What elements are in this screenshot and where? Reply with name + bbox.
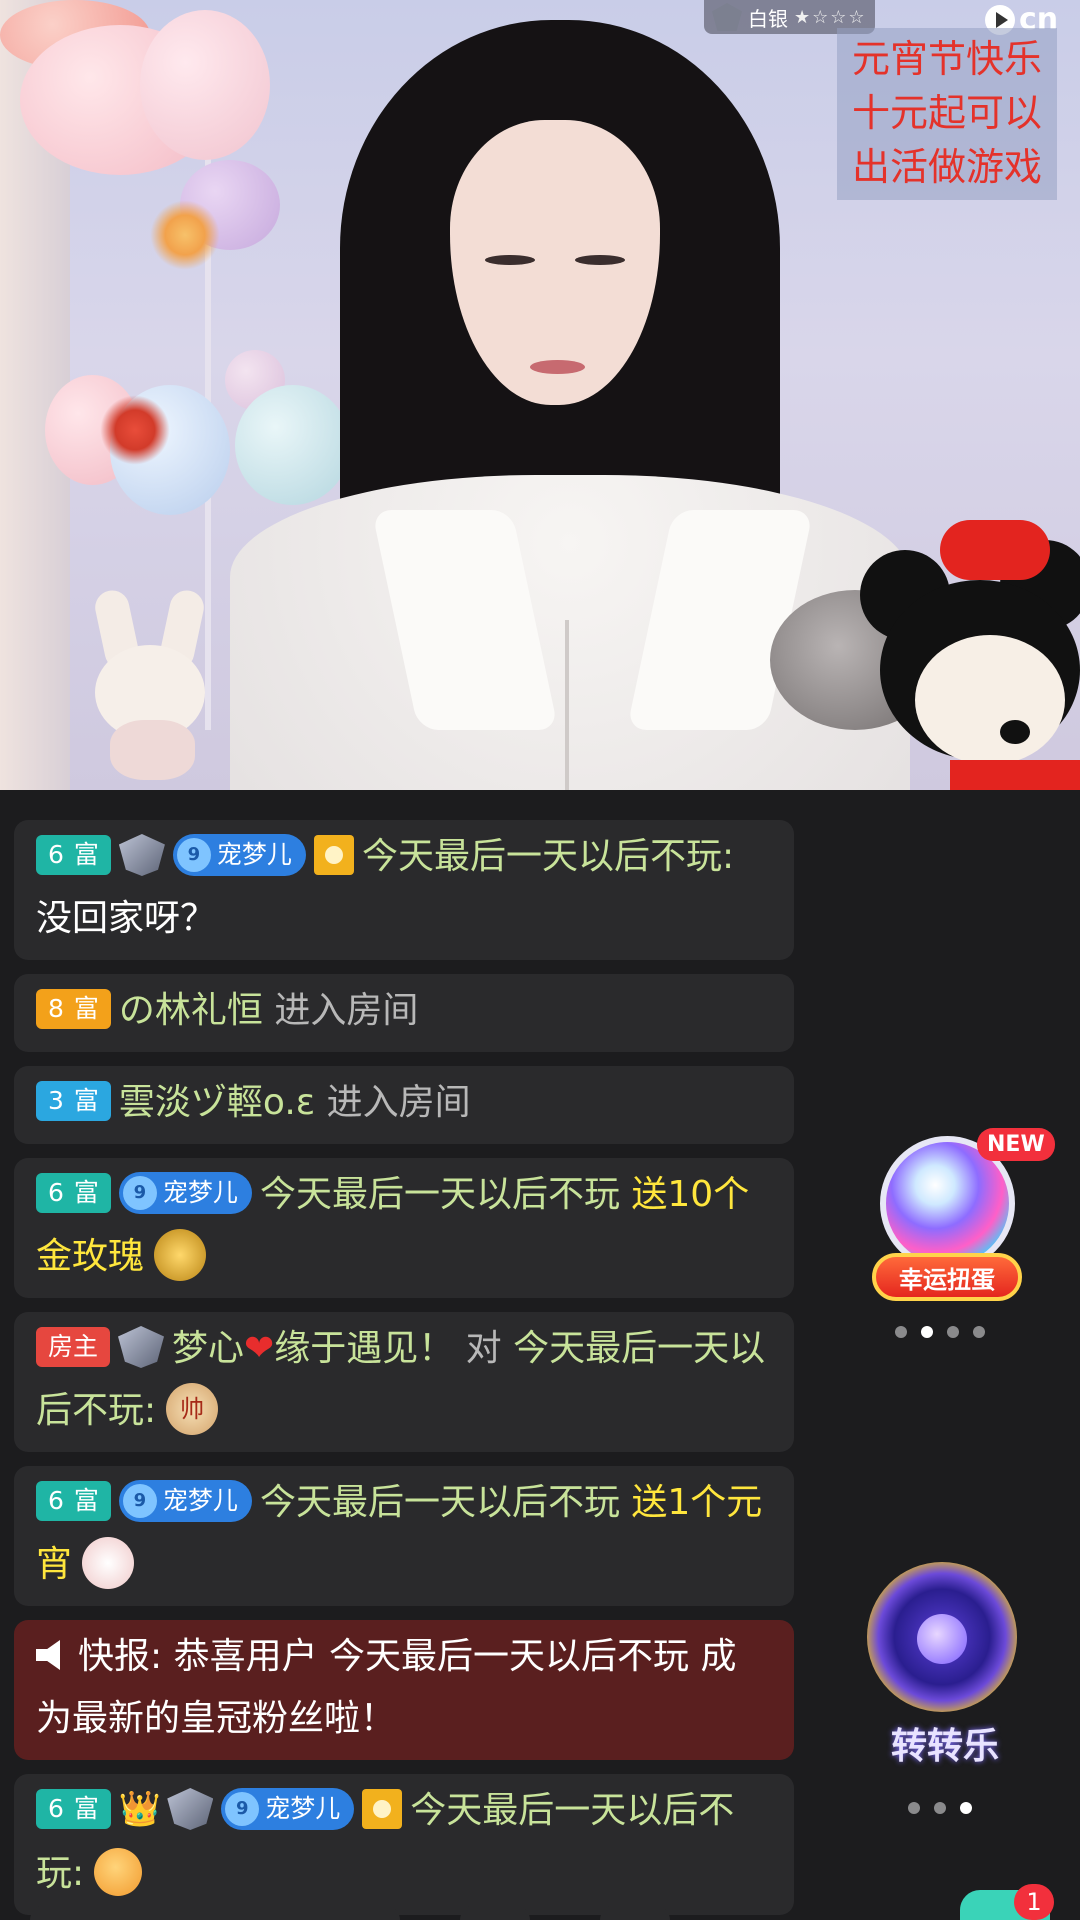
chat-input[interactable] (30, 1905, 400, 1920)
fan-badge: 9 宠梦儿 (172, 834, 306, 876)
chess-piece-icon: 帅 (166, 1383, 219, 1435)
chat-message[interactable]: 房主 梦心❤缘于遇见！ 对 今天最后一天以后不玩: 帅 (14, 1312, 794, 1452)
chat-username[interactable]: 雲淡ヅ輕o.ε (119, 1082, 315, 1123)
wheel-core-icon (917, 1614, 967, 1664)
bottom-button[interactable] (460, 1905, 530, 1920)
notice-line: 十元起可以 (851, 91, 1042, 135)
user-badge-icon (313, 835, 354, 875)
host-badge: 房主 (36, 1327, 111, 1367)
pager-dot-active (960, 1802, 972, 1814)
pager-dot-active (921, 1326, 933, 1338)
notice-line: 出活做游戏 (851, 145, 1042, 189)
chat-message[interactable]: 8 富の林礼恒 进入房间 (14, 974, 794, 1052)
fan-heart-icon: 9 (225, 1792, 260, 1826)
gacha-pager (895, 1326, 985, 1338)
fan-badge: 9 宠梦儿 (118, 1480, 252, 1522)
chat-username[interactable]: 今天最后一天以后不玩: (362, 836, 734, 877)
announcement-text: 快报: 恭喜用户 今天最后一天以后不玩 成为最新的皇冠粉丝啦！ (36, 1636, 737, 1739)
notice-line: 元宵节快乐 (851, 37, 1042, 81)
pager-dot (973, 1326, 985, 1338)
wealth-level-badge: 8富 (36, 989, 111, 1029)
chat-text: 进入房间 (326, 1082, 471, 1123)
flower-decoration (100, 395, 170, 465)
chat-username[interactable]: 梦心❤缘于遇见！ (172, 1328, 454, 1369)
bunny-plush (80, 587, 220, 780)
rose-gift-icon (154, 1229, 207, 1281)
wheel-label: 转转乐 (890, 1726, 999, 1767)
rank-label: 白银 (748, 6, 788, 31)
gacha-label: 幸运扭蛋 (872, 1253, 1022, 1301)
pager-dot (934, 1802, 946, 1814)
new-badge: NEW (977, 1128, 1055, 1161)
heart-icon: ❤ (244, 1328, 275, 1369)
wealth-level-badge: 6富 (36, 1481, 111, 1521)
reply-marker: 对 (465, 1328, 502, 1369)
live-video[interactable]: 白银 ★☆☆☆ cn 元宵节快乐 十元起可以 出活做游戏 (0, 0, 1080, 790)
rank-shield-icon (118, 1326, 165, 1368)
yuanxiao-gift-icon (82, 1537, 135, 1589)
wealth-level-badge: 3富 (36, 1081, 111, 1121)
speaker-icon (36, 1640, 60, 1670)
unread-count-badge: 1 (1014, 1884, 1054, 1920)
fan-heart-icon: 9 (176, 838, 211, 872)
chat-text: 进入房间 (274, 990, 419, 1031)
fan-heart-icon: 9 (122, 1176, 157, 1210)
fan-badge: 9 宠梦儿 (118, 1172, 252, 1214)
pager-dot (908, 1802, 920, 1814)
chat-message[interactable]: 6 富 9 宠梦儿 今天最后一天以后不玩 送10个金玫瑰 (14, 1158, 794, 1298)
chat-message[interactable]: 3 富雲淡ヅ輕o.ε 进入房间 (14, 1066, 794, 1144)
pager-dot (947, 1326, 959, 1338)
chat-message[interactable]: 6 富 9 宠梦儿 今天最后一天以后不玩 送1个元宵 (14, 1466, 794, 1606)
wealth-level-badge: 6富 (36, 1789, 111, 1829)
smile-emoji-icon (94, 1848, 143, 1896)
chat-username[interactable]: の林礼恒 (119, 990, 263, 1031)
minnie-plush (860, 520, 1080, 790)
user-badge-icon (362, 1789, 403, 1829)
chat-text: 没回家呀？ (36, 898, 217, 939)
chat-username[interactable]: 今天最后一天以后不玩 (260, 1174, 620, 1215)
rank-stars: ★☆☆☆ (794, 6, 867, 28)
crown-icon: 👑 (118, 1789, 162, 1829)
bottom-button[interactable] (600, 1905, 670, 1920)
wealth-level-badge: 6富 (36, 1173, 111, 1213)
chat-message[interactable]: 6 富 👑 9 宠梦儿 今天最后一天以后不玩: (14, 1774, 794, 1915)
announcement-message[interactable]: 快报: 恭喜用户 今天最后一天以后不玩 成为最新的皇冠粉丝啦！ (14, 1620, 794, 1760)
pager-dot (895, 1326, 907, 1338)
rank-shield-icon (167, 1788, 214, 1830)
chat-message[interactable]: 6 富 9 宠梦儿 今天最后一天以后不玩: 没回家呀？ (14, 820, 794, 960)
spin-wheel-widget[interactable]: 转转乐 (855, 1552, 1035, 1772)
chat-username[interactable]: 今天最后一天以后不玩 (260, 1482, 620, 1523)
flower-decoration (150, 200, 220, 270)
rank-shield-icon (118, 834, 165, 876)
fan-heart-icon: 9 (122, 1484, 157, 1518)
wealth-level-badge: 6富 (36, 835, 111, 875)
lucky-gacha-widget[interactable]: NEW 幸运扭蛋 (872, 1128, 1055, 1318)
rank-shield-icon (712, 3, 742, 31)
wheel-pager (908, 1802, 972, 1814)
chat-list[interactable]: 6 富 9 宠梦儿 今天最后一天以后不玩: 没回家呀？ 8 富の林礼恒 进入房间 3 富雲淡… (14, 820, 794, 1920)
fan-badge: 9 宠梦儿 (221, 1788, 355, 1830)
stream-notice: 元宵节快乐 十元起可以 出活做游戏 (837, 28, 1057, 200)
